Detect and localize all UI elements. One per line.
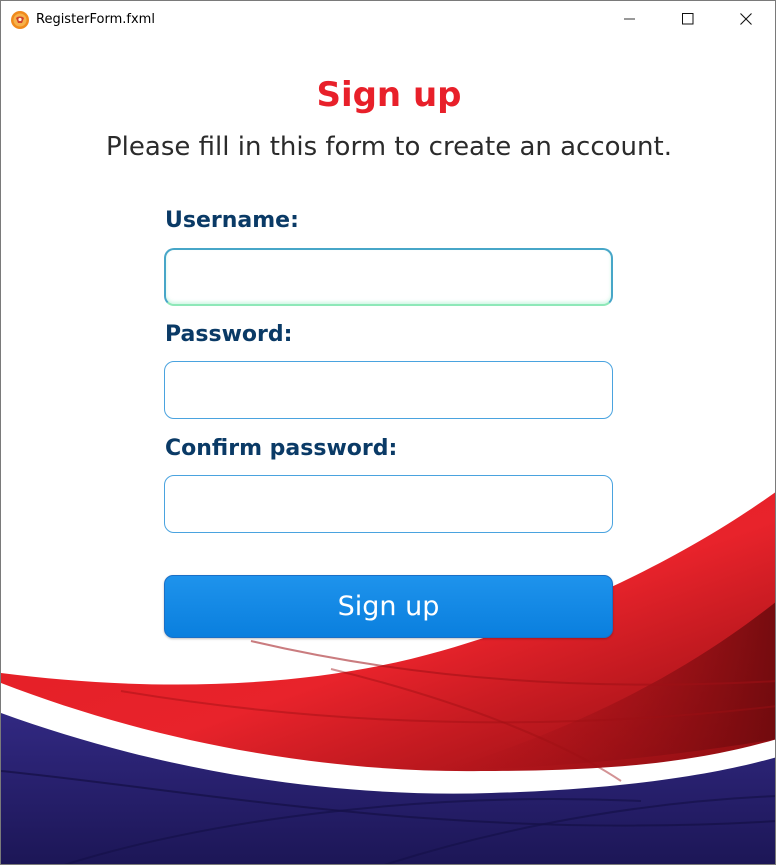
sign-up-button-label: Sign up <box>337 591 440 622</box>
username-input[interactable] <box>164 248 613 306</box>
app-logo-icon <box>10 10 30 30</box>
window-title: RegisterForm.fxml <box>36 12 155 27</box>
username-label: Username: <box>165 208 299 233</box>
confirm-password-input[interactable] <box>164 475 613 533</box>
close-icon <box>740 10 752 29</box>
app-window: RegisterForm.fxml Sign up Please fill in… <box>0 0 776 865</box>
confirm-password-label: Confirm password: <box>165 436 398 461</box>
password-input[interactable] <box>164 361 613 419</box>
page-subtitle: Please fill in this form to create an ac… <box>106 132 672 162</box>
sign-up-button[interactable]: Sign up <box>164 575 613 638</box>
page-title: Sign up <box>316 75 462 115</box>
close-button[interactable] <box>717 1 775 38</box>
minimize-button[interactable] <box>601 1 659 38</box>
password-label: Password: <box>165 322 293 347</box>
maximize-button[interactable] <box>659 1 717 38</box>
minimize-icon <box>624 10 636 29</box>
maximize-icon <box>682 10 694 29</box>
signup-form: Sign up Please fill in this form to crea… <box>1 1 775 864</box>
title-bar[interactable]: RegisterForm.fxml <box>1 1 775 38</box>
